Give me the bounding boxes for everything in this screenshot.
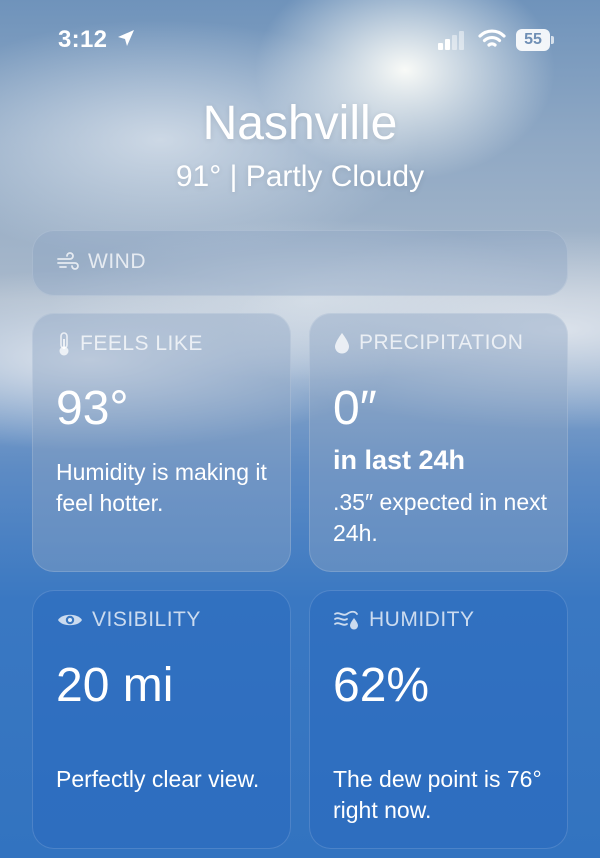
battery-indicator: 55 — [516, 29, 550, 51]
status-bar: 3:12 55 — [0, 0, 600, 80]
wind-card-header: WIND — [56, 250, 146, 274]
city-name: Nashville — [202, 97, 398, 150]
feels-like-label: FEELS LIKE — [80, 332, 203, 355]
status-time: 3:12 — [58, 26, 108, 53]
humidity-value: 62% — [333, 659, 430, 712]
visibility-value: 20 mi — [56, 659, 174, 712]
precipitation-value: 0″ — [333, 382, 377, 435]
battery-tip — [551, 36, 554, 44]
location-arrow-icon — [118, 30, 134, 46]
wind-icon — [57, 252, 79, 270]
humidity-icon — [334, 610, 358, 630]
feels-like-header: FEELS LIKE — [56, 331, 203, 357]
raindrop-icon — [335, 333, 349, 354]
precipitation-period: in last 24h — [333, 445, 466, 475]
cellular-signal-icon — [438, 31, 464, 50]
feels-like-value: 93° — [56, 382, 129, 435]
wifi-icon — [478, 29, 506, 47]
feels-like-description: Humidity is making it feel hotter. — [56, 459, 267, 516]
visibility-header: VISIBILITY — [56, 608, 201, 632]
humidity-description: The dew point is 76° right now. — [333, 766, 542, 823]
precipitation-card[interactable]: PRECIPITATION 0″ in last 24h .35″ expect… — [309, 313, 568, 572]
precipitation-description: .35″ expected in next 24h. — [333, 489, 548, 546]
temperature-summary: 91° | Partly Cloudy — [175, 160, 425, 193]
humidity-header: HUMIDITY — [333, 608, 475, 632]
humidity-card[interactable]: HUMIDITY 62% The dew point is 76° right … — [309, 590, 568, 849]
precipitation-header: PRECIPITATION — [333, 331, 523, 355]
visibility-card[interactable]: VISIBILITY 20 mi Perfectly clear view. — [32, 590, 291, 849]
feels-like-card[interactable]: FEELS LIKE 93° Humidity is making it fee… — [32, 313, 291, 572]
eye-icon — [58, 614, 82, 626]
visibility-description: Perfectly clear view. — [56, 766, 260, 792]
visibility-label: VISIBILITY — [92, 608, 201, 631]
wind-card[interactable]: WIND — [32, 230, 568, 296]
precipitation-label: PRECIPITATION — [359, 331, 524, 354]
wind-label: WIND — [88, 250, 146, 273]
thermometer-icon — [59, 332, 69, 356]
humidity-label: HUMIDITY — [369, 608, 475, 631]
